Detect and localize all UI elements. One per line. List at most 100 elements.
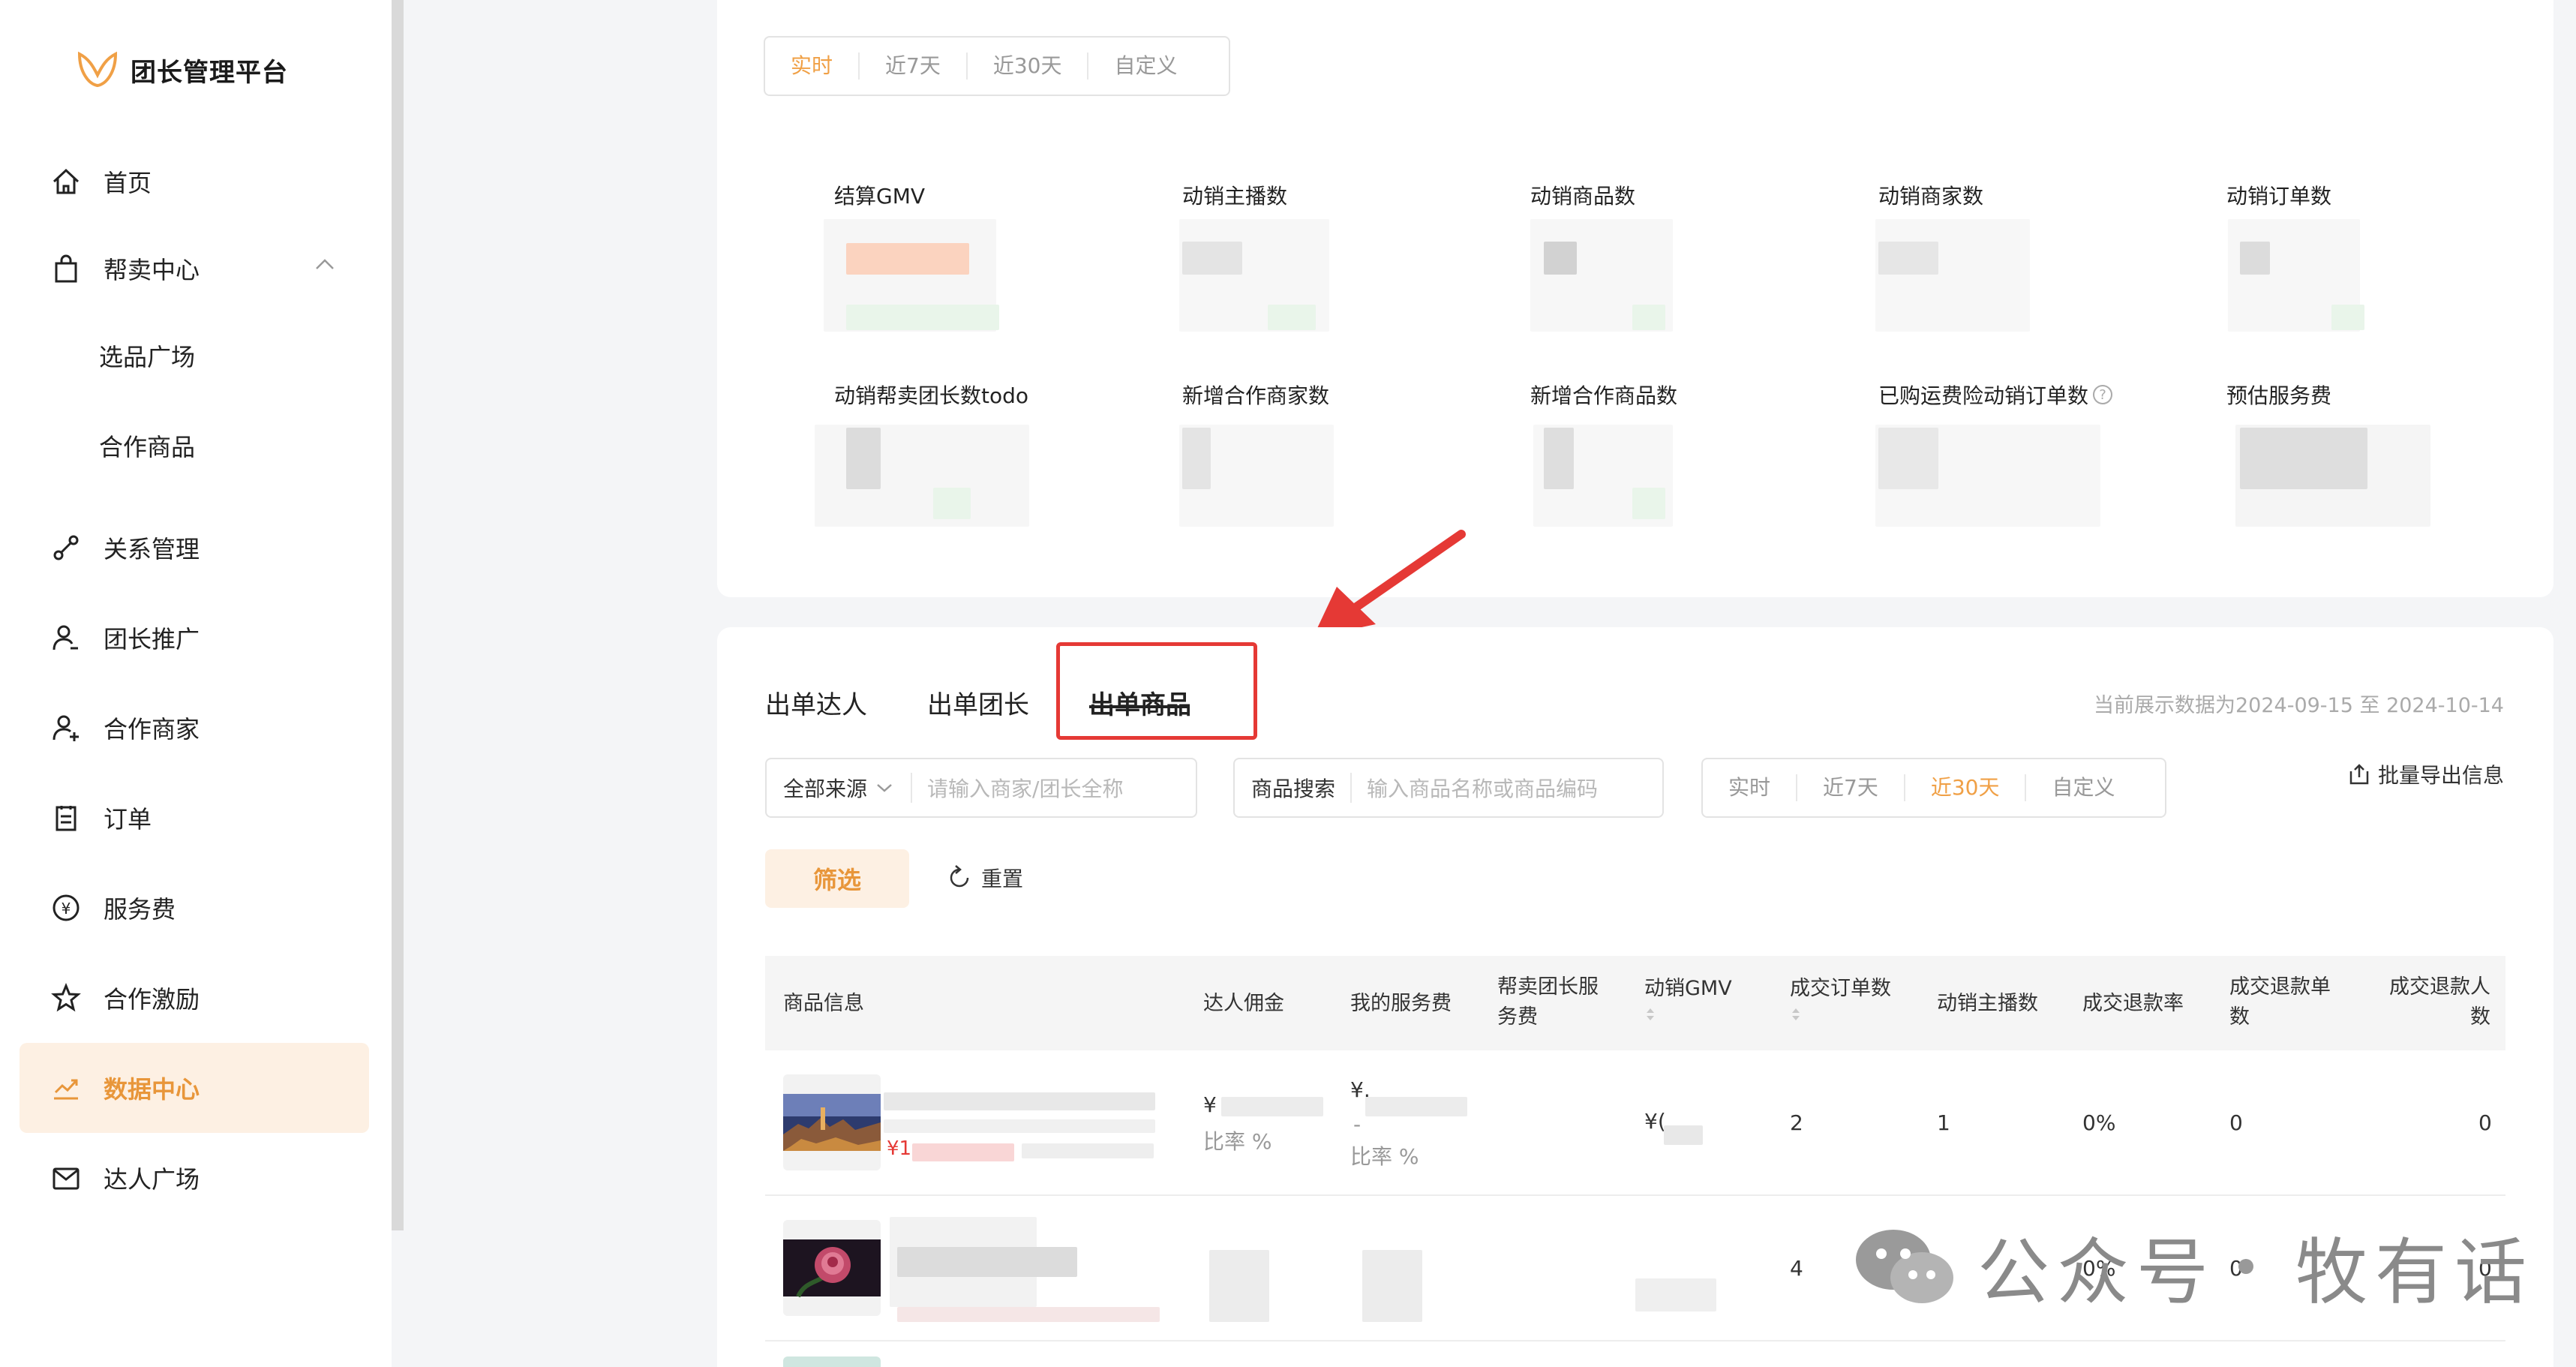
user-add-icon: [50, 711, 83, 744]
metric-label: 动销商品数: [1530, 184, 1636, 209]
product-thumbnail[interactable]: [783, 1074, 881, 1170]
tab-top-influencers[interactable]: 出单达人: [765, 684, 867, 721]
sidebar-item-label: 数据中心: [104, 1075, 200, 1104]
date-range-text: 当前展示数据为2024-09-15 至 2024-10-14: [2094, 694, 2504, 717]
sidebar-item-orders[interactable]: 订单: [20, 773, 369, 863]
mail-icon: [50, 1161, 83, 1194]
metric-card: 动销帮卖团长数todo: [834, 380, 1059, 410]
sidebar-item-label: 订单: [104, 805, 152, 834]
product-search-input[interactable]: 输入商品名称或商品编码: [1352, 773, 1598, 803]
gmv-blurred: [1635, 1278, 1716, 1311]
ranking-time-option[interactable]: 自定义: [2026, 774, 2140, 801]
product-thumbnail: [783, 1356, 881, 1367]
overview-time-option[interactable]: 自定义: [1088, 53, 1202, 80]
metric-value-blurred: [846, 428, 881, 489]
sidebar-item-label: 达人广场: [104, 1165, 200, 1194]
source-select-value: 全部来源: [783, 777, 868, 801]
tab-top-leaders[interactable]: 出单团长: [927, 684, 1029, 721]
column-header-label: 动销GMV: [1644, 977, 1732, 1000]
filter-button[interactable]: 筛选: [765, 849, 909, 908]
reset-label: 重置: [981, 867, 1024, 891]
metric-card: 动销商品数: [1530, 180, 1755, 210]
product-price: ¥1: [887, 1137, 912, 1160]
export-button[interactable]: 批量导出信息: [2348, 759, 2504, 789]
reset-button[interactable]: 重置: [945, 863, 1023, 893]
sidebar-item-incentive[interactable]: 合作激励: [20, 953, 369, 1043]
chevron-down-icon: [877, 784, 892, 792]
metric-value-blurred: [1544, 242, 1577, 275]
relation-icon: [50, 531, 83, 564]
question-icon[interactable]: ?: [2093, 385, 2113, 404]
star-icon: [50, 981, 83, 1014]
product-image-city: [783, 1074, 881, 1170]
metric-value-blurred: [1878, 242, 1938, 275]
sidebar-item-help-sell[interactable]: 帮卖中心: [20, 224, 369, 314]
metric-card: 动销主播数: [1182, 180, 1407, 210]
product-price-blurred: [912, 1143, 1014, 1161]
column-header: 成交退款率: [2082, 992, 2184, 1015]
service-fee-blurred: [1362, 1250, 1422, 1322]
overview-time-option[interactable]: 近7天: [860, 53, 968, 80]
logo[interactable]: 团长管理平台: [77, 50, 288, 90]
column-header: 成交退款人数: [2389, 975, 2490, 1029]
product-title-blurred: [884, 1119, 1155, 1133]
metric-card: 结算GMV: [834, 180, 1059, 210]
metric-label-text: 已购运费险动销订单数: [1878, 383, 2089, 408]
table-row[interactable]: ¥1 ¥ 比率 % ¥. - 比率 % ¥( 2 1 0% 0 0: [765, 1050, 2505, 1196]
sidebar-item-product-square[interactable]: 选品广场: [20, 311, 369, 401]
sidebar-item-service-fee[interactable]: ¥ 服务费: [20, 863, 369, 953]
sidebar-item-home[interactable]: 首页: [20, 137, 369, 227]
anchor-count: 1: [1937, 1110, 1950, 1135]
metric-label: 动销主播数: [1182, 184, 1288, 209]
sidebar-item-merchants[interactable]: 合作商家: [20, 683, 369, 773]
overview-time-option[interactable]: 实时: [765, 53, 860, 80]
overview-time-option[interactable]: 近30天: [968, 53, 1089, 80]
sidebar-item-label: 首页: [104, 169, 152, 197]
order-count: 4: [1790, 1256, 1803, 1281]
source-merchant-filter: 全部来源 请输入商家/团长全称: [765, 758, 1197, 818]
sidebar-item-label: 服务费: [104, 895, 176, 924]
export-label: 批量导出信息: [2377, 763, 2504, 788]
metric-label: 动销商家数: [1878, 184, 1984, 209]
watermark: 公众号 牧有话: [1853, 1214, 2534, 1318]
column-header-sortable[interactable]: 成交订单数: [1790, 974, 1891, 1023]
sidebar-item-leader-promo[interactable]: 团长推广: [20, 593, 369, 683]
metric-value-blurred: [2240, 428, 2367, 489]
product-title-blurred: [897, 1247, 1077, 1277]
ranking-time-option[interactable]: 实时: [1703, 774, 1798, 801]
ranking-time-option[interactable]: 近7天: [1797, 774, 1905, 801]
product-title-blurred: [884, 1092, 1155, 1110]
metric-value-blurred: [846, 243, 969, 275]
sidebar-item-label: 合作激励: [104, 985, 200, 1014]
merchant-name-input[interactable]: 请输入商家/团长全称: [912, 773, 1123, 803]
svg-text:¥: ¥: [62, 900, 71, 918]
overview-time-filter: 实时 近7天 近30天 自定义: [764, 36, 1230, 96]
yuan-icon: ¥: [50, 891, 83, 924]
sidebar-item-label: 帮卖中心: [104, 256, 200, 284]
wechat-icon: [1856, 1229, 1953, 1303]
shopping-bag-icon: [50, 252, 83, 285]
sidebar-item-data-center[interactable]: 数据中心: [20, 1043, 369, 1133]
refund-user-count: 0: [2478, 1110, 2492, 1135]
metric-value-blurred: [1875, 219, 2030, 332]
metric-label: 结算GMV: [834, 184, 926, 209]
column-header: 商品信息: [783, 992, 864, 1015]
commission-value: ¥: [1203, 1092, 1217, 1117]
source-select[interactable]: 全部来源: [767, 773, 913, 803]
sidebar-item-relations[interactable]: 关系管理: [20, 503, 369, 593]
refund-rate: 0%: [2082, 1110, 2116, 1135]
column-header: 达人佣金: [1203, 992, 1284, 1015]
sort-icon: [1647, 1008, 1654, 1020]
watermark-dot: [2238, 1258, 2253, 1274]
metric-value-blurred: [2240, 242, 2270, 275]
service-fee-blurred: [1365, 1097, 1467, 1116]
ranking-time-option[interactable]: 近30天: [1905, 774, 2027, 801]
sidebar-scrollbar[interactable]: [392, 0, 404, 1230]
sidebar-item-coop-products[interactable]: 合作商品: [20, 401, 369, 491]
product-thumbnail[interactable]: [783, 1220, 881, 1316]
sidebar-item-influencer-square[interactable]: 达人广场: [20, 1133, 369, 1223]
metric-card: 动销商家数: [1878, 180, 2103, 210]
sort-icon: [1792, 1008, 1800, 1020]
column-header-sortable[interactable]: 动销GMV: [1644, 974, 1732, 1023]
metric-value-blurred: [1632, 305, 1665, 330]
